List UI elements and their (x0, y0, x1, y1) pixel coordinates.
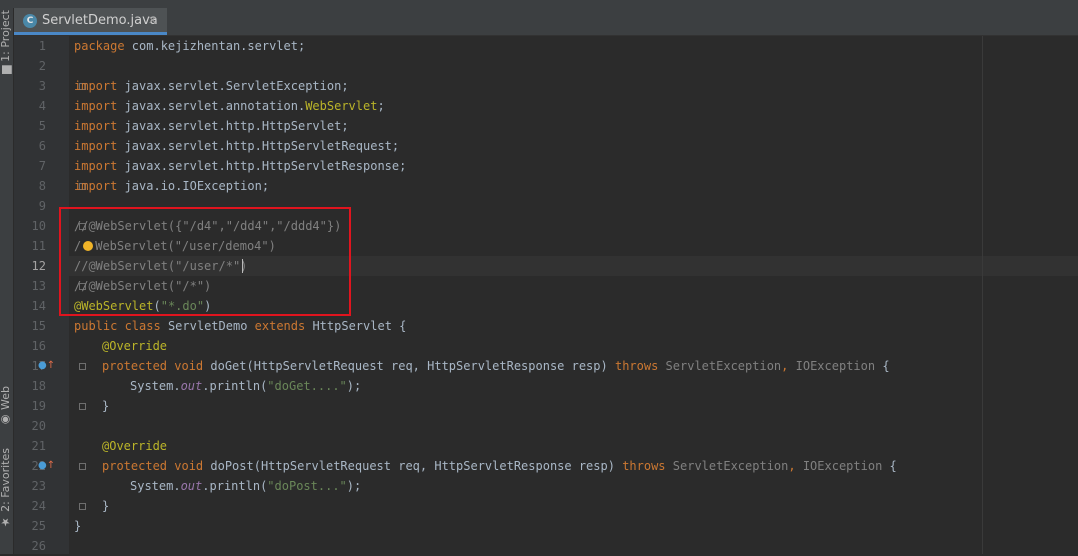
code-line-18: System.out.println("doGet...."); (130, 379, 362, 393)
star-icon: ★ (0, 515, 12, 529)
java-class-icon: C (23, 14, 37, 28)
code-line-19: } (102, 399, 110, 413)
title-bar-strip (0, 0, 1078, 8)
line-number: 7 (38, 159, 46, 173)
folder-icon: ▆ (0, 65, 12, 74)
right-margin-guide (982, 36, 983, 554)
editor-tab-bar: C ServletDemo.java ✕ (13, 8, 1078, 36)
override-gutter-icon[interactable]: ●↑ (38, 460, 55, 472)
code-line-7: import javax.servlet.http.HttpServletRes… (74, 159, 407, 173)
code-line-16: @Override (102, 339, 168, 353)
tool-window-favorites[interactable]: ★ 2: Favorites (0, 448, 12, 528)
code-line-6: import javax.servlet.http.HttpServletReq… (74, 139, 400, 153)
code-line-22: protected void doPost(HttpServletRequest… (102, 459, 897, 473)
left-tool-window-strip: ▆ 1: Project ◉ Web ★ 2: Favorites (0, 8, 14, 554)
line-number: 24 (31, 499, 46, 513)
tool-window-web-label: Web (0, 386, 12, 410)
line-number: 1 (38, 39, 46, 53)
line-number: 3 (38, 79, 46, 93)
line-number: 2 (38, 59, 46, 73)
code-line-4: import javax.servlet.annotation.WebServl… (74, 99, 385, 113)
line-number: 4 (38, 99, 46, 113)
tool-window-web[interactable]: ◉ Web (0, 386, 12, 426)
tool-window-favorites-label: 2: Favorites (0, 448, 12, 512)
tool-window-project-label: 1: Project (0, 10, 12, 62)
line-number: 8 (38, 179, 46, 193)
tool-window-project[interactable]: ▆ 1: Project (0, 10, 12, 74)
line-number: 11 (31, 239, 46, 253)
code-line-17: protected void doGet(HttpServletRequest … (102, 359, 890, 373)
line-number: 19 (31, 399, 46, 413)
tab-servletdemo-java[interactable]: C ServletDemo.java ✕ (13, 8, 167, 35)
line-number: 20 (31, 419, 46, 433)
line-number: 13 (31, 279, 46, 293)
line-number: 5 (38, 119, 46, 133)
line-number: 15 (31, 319, 46, 333)
web-icon: ◉ (0, 413, 12, 427)
code-line-25: } (74, 519, 82, 533)
code-line-1: package com.kejizhentan.servlet; (74, 39, 306, 53)
annotation-highlight-box (59, 207, 351, 316)
close-icon[interactable]: ✕ (148, 14, 157, 28)
line-number: 6 (38, 139, 46, 153)
code-line-8: import java.io.IOException; (74, 179, 270, 193)
code-line-3: import javax.servlet.ServletException; (74, 79, 349, 93)
code-line-24: } (102, 499, 110, 513)
line-number: 23 (31, 479, 46, 493)
code-line-21: @Override (102, 439, 168, 453)
line-number-current: 12 (31, 259, 46, 273)
line-number: 25 (31, 519, 46, 533)
code-line-15: public class ServletDemo extends HttpSer… (74, 319, 407, 333)
line-number: 18 (31, 379, 46, 393)
line-number: 21 (31, 439, 46, 453)
code-line-23: System.out.println("doPost..."); (130, 479, 362, 493)
tab-label: ServletDemo.java (42, 13, 158, 28)
line-number: 16 (31, 339, 46, 353)
override-gutter-icon[interactable]: ●↑ (38, 360, 55, 372)
line-number: 14 (31, 299, 46, 313)
line-number: 26 (31, 539, 46, 553)
line-number: 9 (38, 199, 46, 213)
line-number: 10 (31, 219, 46, 233)
code-line-5: import javax.servlet.http.HttpServlet; (74, 119, 349, 133)
